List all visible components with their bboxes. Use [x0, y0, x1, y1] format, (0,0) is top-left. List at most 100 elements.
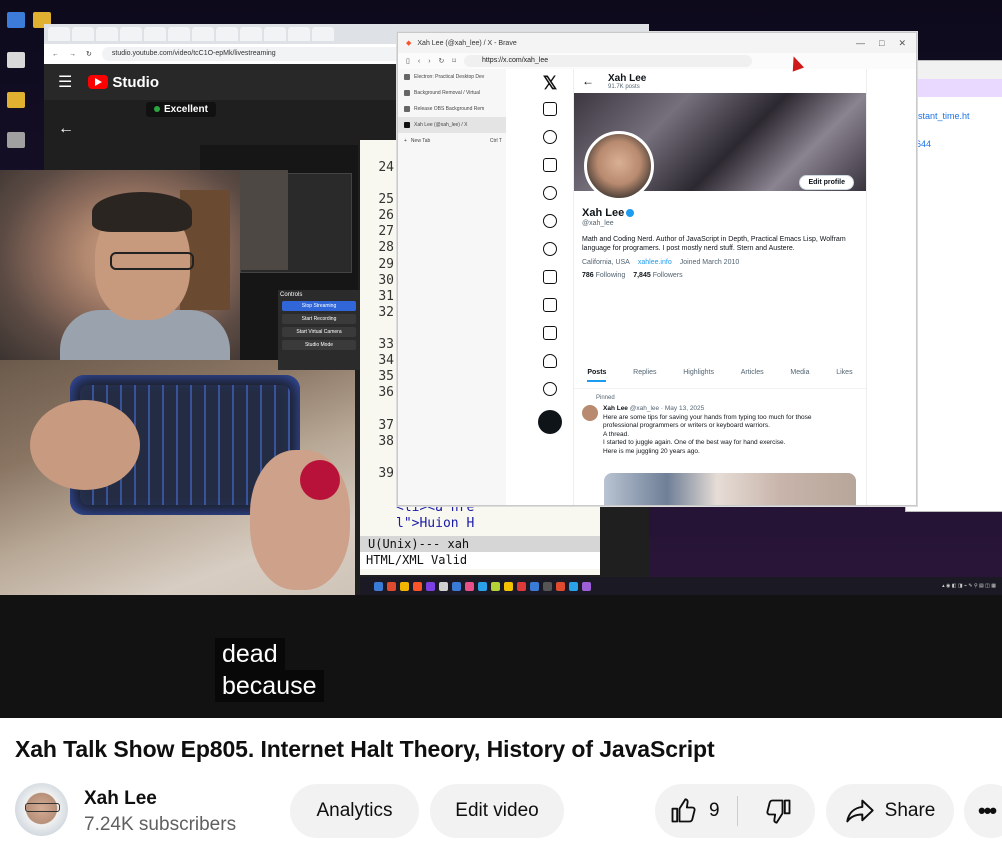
taskbar-app-icon[interactable] — [387, 581, 396, 591]
share-button[interactable]: Share — [826, 784, 954, 838]
bookmark-icon[interactable]: ⌑ — [452, 57, 456, 65]
pinned-post[interactable]: Pinned Xah Lee @xah_lee · May 13, 2025 H… — [582, 395, 858, 456]
vertical-tab[interactable]: Electron: Practical Desktop Dev — [398, 69, 506, 85]
studio-logo-text: Studio — [112, 73, 159, 91]
browser-tab[interactable] — [240, 27, 262, 41]
tab-likes[interactable]: Likes — [836, 369, 852, 382]
video-player[interactable]: ← → ↻ studio.youtube.com/video/tcC1O-epM… — [0, 0, 1002, 718]
vertical-tab[interactable]: Background Removal / Virtual — [398, 85, 506, 101]
more-icon[interactable] — [543, 382, 557, 396]
back-arrow-icon[interactable]: ← — [52, 51, 59, 58]
stop-streaming-button[interactable]: Stop Streaming — [282, 301, 356, 311]
tab-highlights[interactable]: Highlights — [683, 369, 714, 382]
taskbar-app-icon[interactable] — [452, 581, 461, 591]
sidebar-toggle-icon[interactable]: ▯ — [406, 57, 410, 65]
studio-mode-button[interactable]: Studio Mode — [282, 340, 356, 350]
tab-media[interactable]: Media — [790, 369, 809, 382]
post-author[interactable]: Xah Lee — [603, 405, 628, 412]
messages-icon[interactable] — [543, 186, 557, 200]
taskbar-app-icon[interactable] — [426, 581, 435, 591]
taskbar-app-icon[interactable] — [504, 581, 513, 591]
browser-tab[interactable] — [144, 27, 166, 41]
taskbar-app-icon[interactable] — [569, 581, 578, 591]
browser-tab[interactable] — [264, 27, 286, 41]
tab-replies[interactable]: Replies — [633, 369, 656, 382]
edit-video-button[interactable]: Edit video — [430, 784, 564, 838]
studio-logo[interactable]: Studio — [88, 74, 159, 91]
followers-link[interactable]: 7,845 Followers — [633, 272, 682, 279]
lists-icon[interactable] — [543, 326, 557, 340]
back-arrow-icon[interactable]: ‹ — [418, 58, 420, 65]
forward-arrow-icon[interactable]: → — [69, 51, 76, 58]
maximize-icon[interactable]: □ — [879, 38, 884, 49]
browser-tab[interactable] — [120, 27, 142, 41]
taskbar-app-icon[interactable] — [478, 581, 487, 591]
tab-articles[interactable]: Articles — [741, 369, 764, 382]
taskbar-app-icon[interactable] — [439, 581, 448, 591]
verified-badge-icon[interactable] — [626, 209, 635, 218]
compose-post-button[interactable] — [538, 410, 562, 434]
start-virtual-camera-button[interactable]: Start Virtual Camera — [282, 327, 356, 337]
edit-profile-button[interactable]: Edit profile — [799, 175, 854, 190]
vertical-tab-active[interactable]: Xah Lee (@xah_lee) / X — [398, 117, 506, 133]
reload-icon[interactable]: ↻ — [86, 50, 92, 58]
profile-avatar[interactable] — [584, 131, 654, 201]
back-arrow-icon[interactable]: ← — [58, 120, 74, 138]
line-number — [360, 450, 394, 466]
verified-orgs-icon[interactable] — [543, 242, 557, 256]
post-avatar[interactable] — [582, 405, 598, 421]
explore-icon[interactable] — [543, 130, 557, 144]
taskbar-app-icon[interactable] — [400, 581, 409, 591]
system-tray[interactable]: ▴ ◉ ◧ ◨ ⌁ ✎ ⚲ ▤ ◫ ▦ — [942, 583, 1002, 589]
vertical-tab[interactable]: Release OBS Background Rem — [398, 101, 506, 117]
bookmarks-icon[interactable] — [543, 270, 557, 284]
post-text-line: Here is me juggling 20 years ago. — [603, 447, 700, 455]
browser-tab[interactable] — [168, 27, 190, 41]
reload-icon[interactable]: ↻ — [439, 57, 445, 65]
browser-tab[interactable] — [288, 27, 310, 41]
jobs-icon[interactable] — [543, 298, 557, 312]
browser-tab[interactable] — [96, 27, 118, 41]
following-link[interactable]: 786 Following — [582, 272, 625, 279]
analytics-button[interactable]: Analytics — [290, 784, 419, 838]
more-actions-button[interactable]: ••• — [964, 784, 1002, 838]
page-link[interactable]: istant_time.ht — [916, 111, 1002, 121]
tab-posts[interactable]: Posts — [587, 369, 607, 382]
taskbar-app-icon[interactable] — [556, 581, 565, 591]
taskbar-app-icon[interactable] — [465, 581, 474, 591]
taskbar-app-icon[interactable] — [582, 581, 591, 591]
website-link[interactable]: xahlee.info — [638, 259, 672, 266]
page-link[interactable]: 644 — [916, 139, 1002, 149]
channel-name[interactable]: Xah Lee — [84, 788, 157, 810]
dislike-button[interactable] — [751, 784, 807, 838]
close-icon[interactable]: ✕ — [898, 38, 906, 49]
taskbar-app-icon[interactable] — [543, 581, 552, 591]
browser-tab[interactable] — [216, 27, 238, 41]
address-bar[interactable]: https://x.com/xah_lee — [464, 55, 753, 67]
thumbs-up-icon — [671, 798, 696, 823]
home-icon[interactable] — [543, 102, 557, 116]
browser-tab[interactable] — [72, 27, 94, 41]
taskbar-app-icon[interactable] — [517, 581, 526, 591]
new-tab-row[interactable]: + New Tab Ctrl T — [398, 133, 506, 149]
x-logo-icon[interactable]: 𝕏 — [532, 73, 568, 94]
taskbar-app-icon[interactable] — [491, 581, 500, 591]
hamburger-menu-icon[interactable]: ☰ — [58, 72, 72, 92]
forward-arrow-icon[interactable]: › — [428, 58, 430, 65]
taskbar-app-icon[interactable] — [413, 581, 422, 591]
browser-tab[interactable] — [192, 27, 214, 41]
start-recording-button[interactable]: Start Recording — [282, 314, 356, 324]
notifications-icon[interactable] — [543, 158, 557, 172]
browser-tab[interactable] — [48, 27, 70, 41]
taskbar-app-icon[interactable] — [530, 581, 539, 591]
minimize-icon[interactable]: — — [856, 38, 865, 49]
taskbar-app-icon[interactable] — [374, 581, 383, 591]
channel-avatar[interactable] — [15, 783, 68, 836]
profile-icon[interactable] — [543, 354, 557, 368]
browser-tab[interactable] — [312, 27, 334, 41]
grok-icon[interactable] — [543, 214, 557, 228]
profile-handle: @xah_lee — [582, 220, 614, 227]
like-button[interactable]: 9 — [655, 784, 737, 838]
back-arrow-icon[interactable]: ← — [582, 74, 594, 88]
post-media-video[interactable] — [604, 473, 856, 505]
